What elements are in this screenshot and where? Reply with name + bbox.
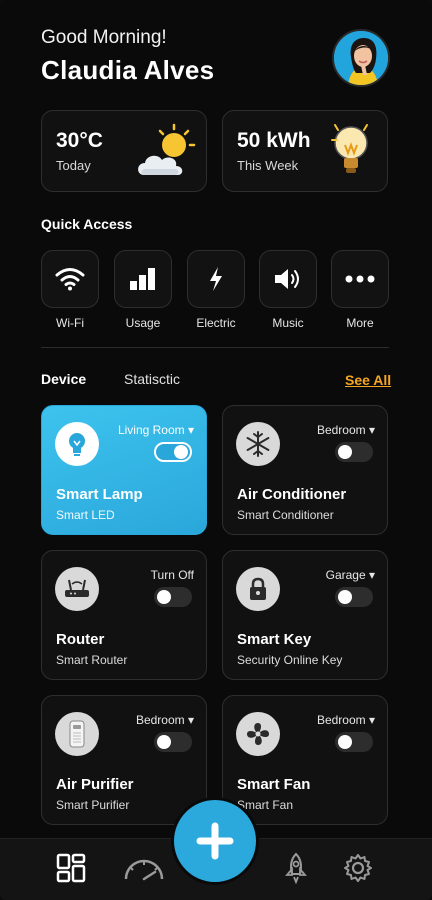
nav-settings[interactable] xyxy=(341,851,375,885)
nav-dashboard[interactable] xyxy=(54,851,88,885)
music-label: Music xyxy=(272,316,304,330)
wifi-label: Wi-Fi xyxy=(56,316,84,330)
user-name: Claudia Alves xyxy=(41,55,215,85)
device-subtitle: Smart LED xyxy=(56,508,115,522)
usage-label: Usage xyxy=(125,316,161,330)
device-subtitle: Smart Router xyxy=(56,653,128,667)
wifi-icon xyxy=(55,268,85,291)
bar-chart-icon xyxy=(130,268,155,290)
quick-access-electric[interactable]: Electric xyxy=(187,250,245,330)
room-selector[interactable]: Bedroom ▾ xyxy=(317,423,375,437)
device-card-air-purifier[interactable]: Bedroom ▾ Air Purifier Smart Purifier xyxy=(41,695,207,825)
dashboard-icon xyxy=(56,853,86,883)
purifier-icon xyxy=(69,720,85,748)
lightbulb-icon xyxy=(69,433,85,456)
quick-access-usage[interactable]: Usage xyxy=(114,250,172,330)
temperature-card[interactable]: 30°C Today xyxy=(41,110,207,192)
device-subtitle: Smart Conditioner xyxy=(237,508,334,522)
fan-icon xyxy=(247,723,269,745)
lightbulb-icon xyxy=(331,124,368,173)
electric-label: Electric xyxy=(196,316,236,330)
purifier-icon-circle xyxy=(55,712,99,756)
room-selector[interactable]: Garage ▾ xyxy=(326,568,375,582)
more-button[interactable] xyxy=(331,250,389,308)
device-name: Smart Fan xyxy=(237,776,311,793)
nav-usage[interactable] xyxy=(122,851,166,885)
device-name: Smart Lamp xyxy=(56,486,143,503)
temperature-label: Today xyxy=(56,158,91,173)
power-toggle[interactable] xyxy=(154,732,192,752)
energy-card[interactable]: 50 kWh This Week xyxy=(222,110,388,192)
ac-icon-circle xyxy=(236,422,280,466)
router-icon-circle xyxy=(55,567,99,611)
device-subtitle: Smart Fan xyxy=(237,798,294,812)
power-toggle[interactable] xyxy=(335,587,373,607)
room-selector[interactable]: Bedroom ▾ xyxy=(317,713,375,727)
fan-icon-circle xyxy=(236,712,280,756)
settings-gear-icon xyxy=(344,854,372,882)
more-label: More xyxy=(346,316,374,330)
quick-access-wifi[interactable]: Wi-Fi xyxy=(41,250,99,330)
avatar[interactable] xyxy=(332,29,390,87)
see-all-link[interactable]: See All xyxy=(345,372,391,388)
device-card-smart-fan[interactable]: Bedroom ▾ Smart Fan Smart Fan xyxy=(222,695,388,825)
key-icon-circle xyxy=(236,567,280,611)
quick-access-music[interactable]: Music xyxy=(259,250,317,330)
device-card-air-conditioner[interactable]: Bedroom ▾ Air Conditioner Smart Conditio… xyxy=(222,405,388,535)
quick-access-more[interactable]: More xyxy=(331,250,389,330)
power-toggle[interactable] xyxy=(154,587,192,607)
sun-cloud-icon xyxy=(138,123,196,175)
snowflake-icon xyxy=(246,431,270,457)
room-selector[interactable]: Living Room ▾ xyxy=(118,423,194,437)
energy-value: 50 kWh xyxy=(237,129,311,152)
device-card-router[interactable]: Turn Off Router Smart Router xyxy=(41,550,207,680)
lock-icon xyxy=(250,577,266,600)
speedometer-icon xyxy=(124,859,164,881)
tab-device[interactable]: Device xyxy=(41,371,86,387)
music-button[interactable] xyxy=(259,250,317,308)
wifi-button[interactable] xyxy=(41,250,99,308)
device-name: Smart Key xyxy=(237,631,312,648)
greeting-text: Good Morning! xyxy=(41,27,167,48)
router-status: Turn Off xyxy=(150,568,194,582)
room-selector[interactable]: Bedroom ▾ xyxy=(136,713,194,727)
device-subtitle: Security Online Key xyxy=(237,653,343,667)
more-dots-icon xyxy=(345,275,375,283)
device-name: Router xyxy=(56,631,105,648)
nav-automation[interactable] xyxy=(279,851,313,885)
add-icon xyxy=(196,822,234,860)
rocket-icon xyxy=(285,852,307,884)
lightning-icon xyxy=(210,267,222,291)
usage-button[interactable] xyxy=(114,250,172,308)
add-device-button[interactable] xyxy=(174,800,256,882)
device-card-smart-lamp[interactable]: Living Room ▾ Smart Lamp Smart LED xyxy=(41,405,207,535)
divider xyxy=(41,347,389,348)
tab-statistic[interactable]: Statisctic xyxy=(124,371,180,387)
lamp-icon-circle xyxy=(55,422,99,466)
power-toggle[interactable] xyxy=(335,732,373,752)
device-card-smart-key[interactable]: Garage ▾ Smart Key Security Online Key xyxy=(222,550,388,680)
temperature-value: 30°C xyxy=(56,129,103,152)
quick-access-title: Quick Access xyxy=(41,216,133,232)
device-name: Air Purifier xyxy=(56,776,134,793)
router-icon xyxy=(65,579,89,597)
speaker-icon xyxy=(275,269,299,289)
energy-label: This Week xyxy=(237,158,299,173)
home-screen: Good Morning! Claudia Alves 30°C Today 5… xyxy=(0,0,432,900)
device-subtitle: Smart Purifier xyxy=(56,798,130,812)
power-toggle[interactable] xyxy=(154,442,192,462)
device-name: Air Conditioner xyxy=(237,486,347,503)
electric-button[interactable] xyxy=(187,250,245,308)
power-toggle[interactable] xyxy=(335,442,373,462)
